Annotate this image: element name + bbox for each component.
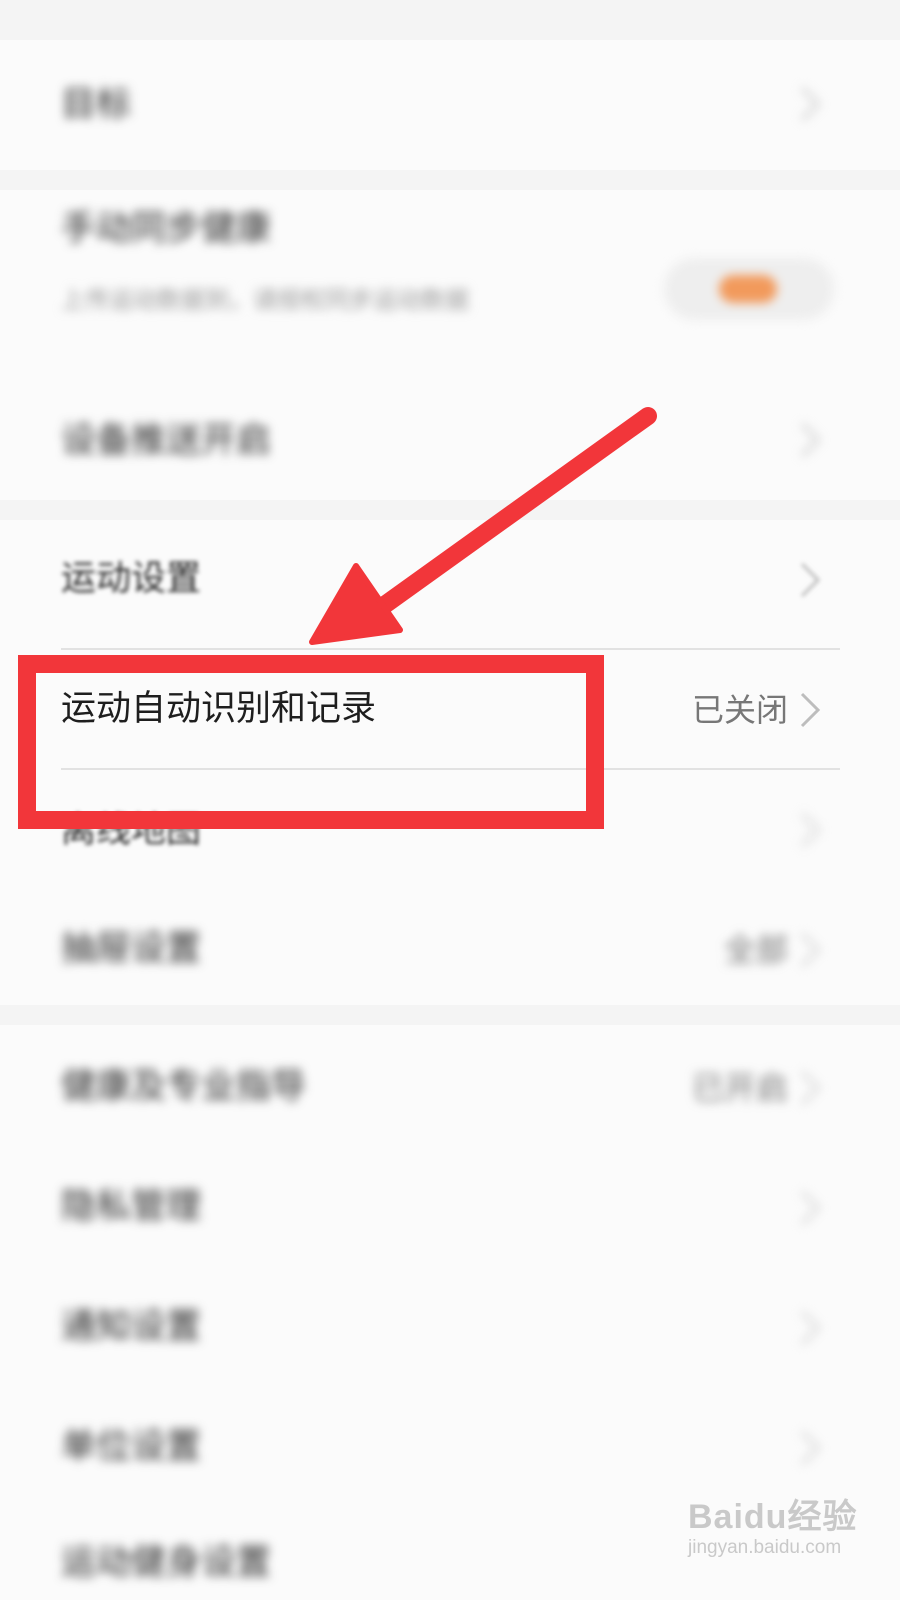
settings-item-label: 健康及专业指导 xyxy=(61,1067,307,1107)
settings-item-label: 单位设置 xyxy=(61,1427,202,1467)
chevron-right-icon xyxy=(800,812,821,848)
chevron-right-icon xyxy=(800,562,821,598)
settings-item-label: 抽屉设置 xyxy=(61,929,202,969)
settings-item-offline-map[interactable]: 离线地图 xyxy=(0,770,900,885)
settings-item-label: 运动设置 xyxy=(61,559,202,599)
settings-item-value: 全部 xyxy=(723,931,788,969)
settings-item-drawer[interactable]: 抽屉设置 全部 xyxy=(0,890,900,1005)
sync-toggle[interactable] xyxy=(664,258,834,320)
settings-item-sublabel: 上传运动数据到，请授权同步运动数据 xyxy=(61,286,469,314)
settings-item-label: 离线地图 xyxy=(61,811,202,851)
settings-item-label: 设备推送开启 xyxy=(61,421,272,461)
chevron-right-icon xyxy=(800,1070,821,1106)
settings-item-privacy[interactable]: 隐私管理 xyxy=(0,1150,900,1270)
settings-item-units[interactable]: 单位设置 xyxy=(0,1390,900,1510)
chevron-right-icon xyxy=(800,1430,821,1466)
settings-page: 目标 手动同步健康 上传运动数据到，请授权同步运动数据 设备推送开启 运动设置 … xyxy=(0,0,900,1600)
settings-item-label: 隐私管理 xyxy=(61,1187,202,1227)
watermark-brand: Baidu经验 xyxy=(688,1498,858,1536)
settings-item-label: 目标 xyxy=(61,85,132,125)
settings-item-sport-settings[interactable]: 运动设置 xyxy=(0,520,900,640)
toggle-knob xyxy=(719,275,777,303)
settings-item-label: 手动同步健康 xyxy=(61,209,272,249)
chevron-right-icon xyxy=(800,1190,821,1226)
settings-item-label: 通知设置 xyxy=(61,1307,202,1347)
settings-item-label: 运动健身设置 xyxy=(61,1543,272,1583)
settings-item-notification[interactable]: 通知设置 xyxy=(0,1270,900,1390)
chevron-right-icon xyxy=(800,932,821,968)
settings-item-device-push[interactable]: 设备推送开启 xyxy=(0,380,900,500)
chevron-right-icon xyxy=(800,422,821,458)
settings-item-label: 运动自动识别和记录 xyxy=(61,689,377,729)
baidu-jingyan-watermark: Baidu经验 jingyan.baidu.com xyxy=(688,1500,857,1557)
settings-item-auto-recognize[interactable]: 运动自动识别和记录 已关闭 xyxy=(0,650,900,768)
chevron-right-icon xyxy=(800,1310,821,1346)
settings-item-health-guide[interactable]: 健康及专业指导 已开启 xyxy=(0,1030,900,1150)
chevron-right-icon xyxy=(800,692,821,728)
watermark-url: jingyan.baidu.com xyxy=(688,1537,842,1558)
settings-item-value: 已关闭 xyxy=(691,691,788,729)
settings-item-goal[interactable]: 目标 xyxy=(0,40,900,170)
chevron-right-icon xyxy=(800,86,821,122)
settings-item-value: 已开启 xyxy=(691,1069,788,1107)
